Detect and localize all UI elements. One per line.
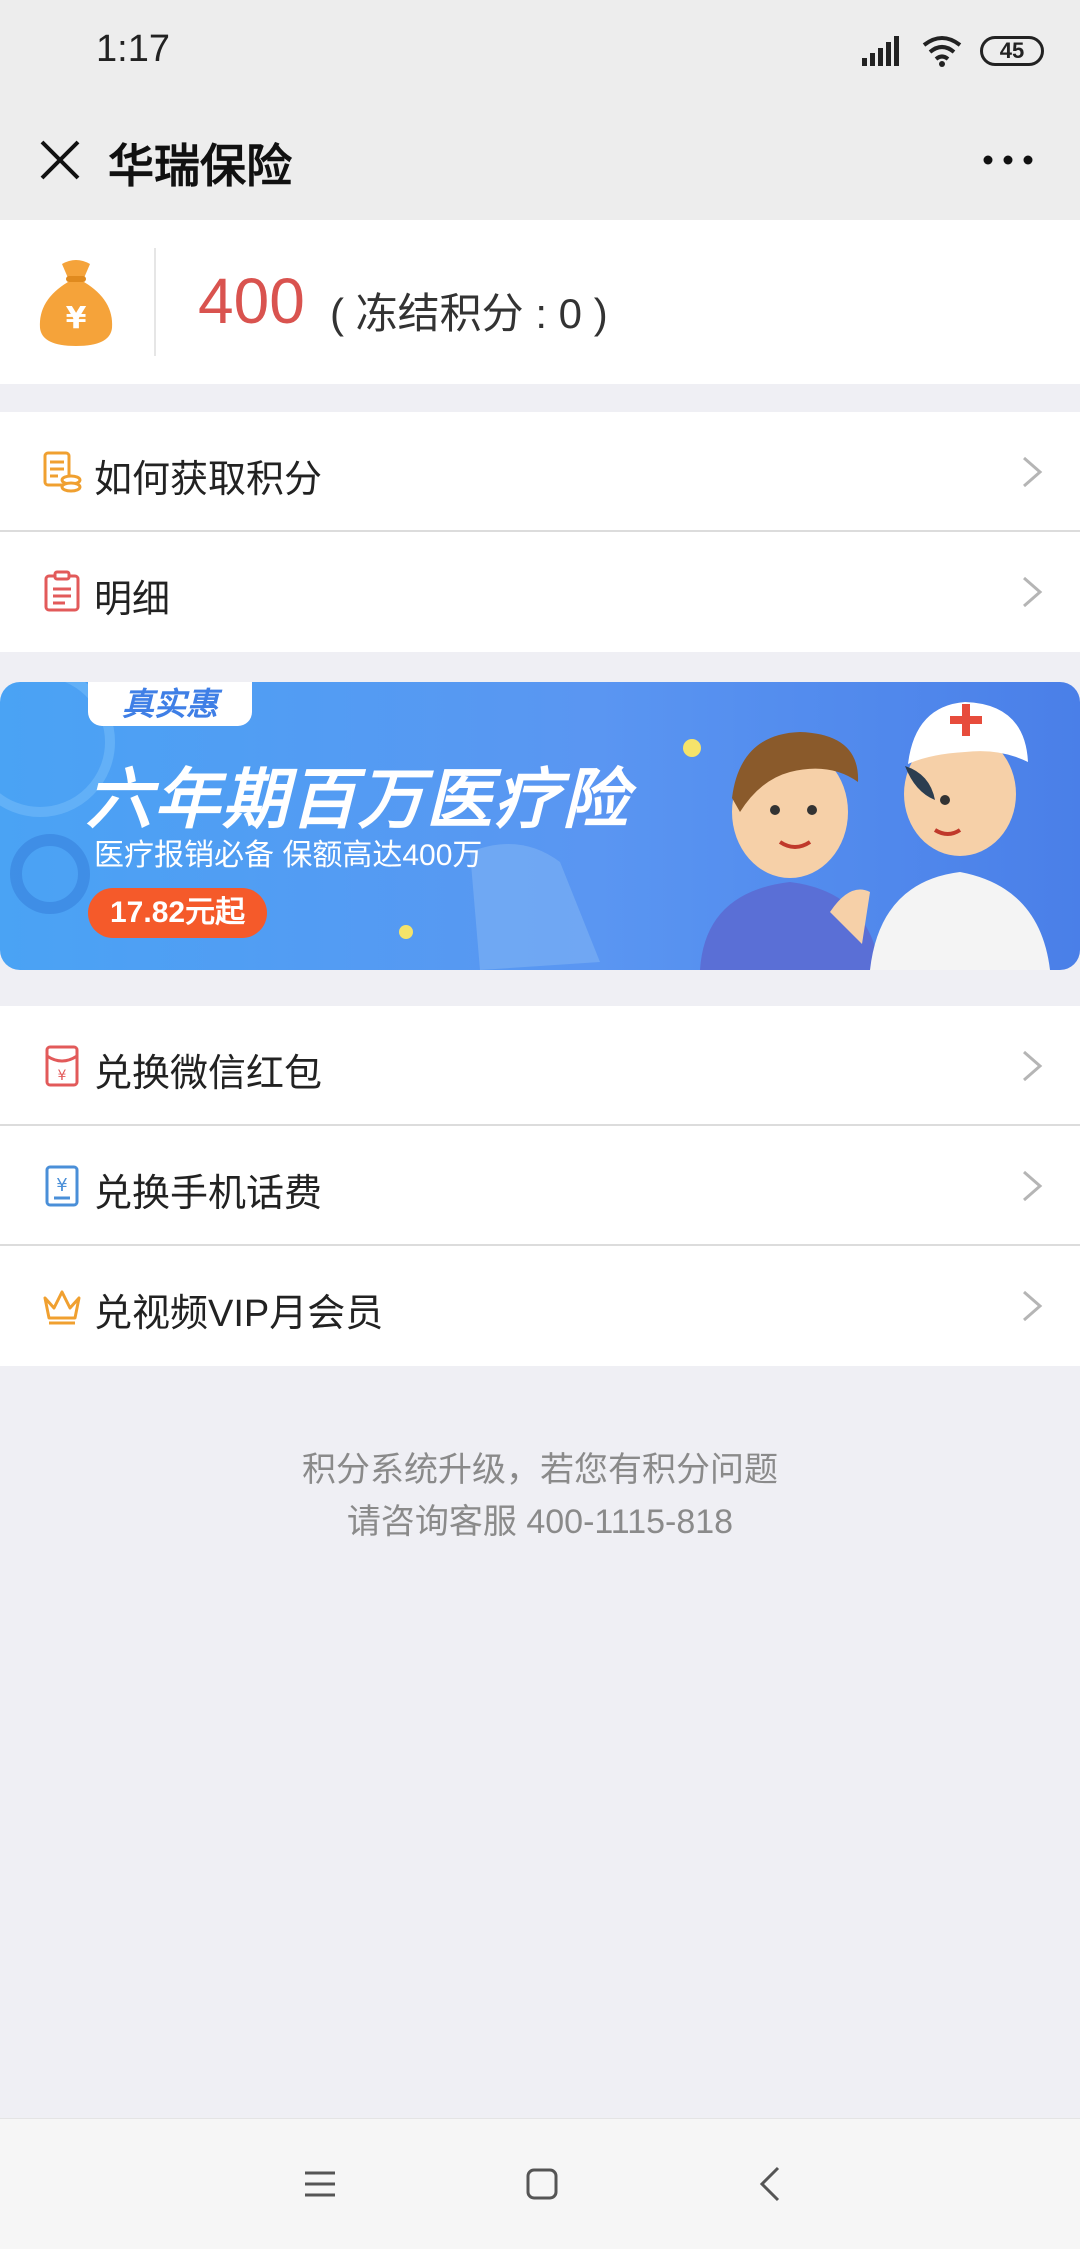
svg-text:¥: ¥	[56, 1175, 67, 1196]
svg-text:¥: ¥	[58, 1068, 67, 1084]
back-icon	[759, 2166, 780, 2202]
points-value: 400	[198, 265, 305, 337]
svg-text:¥: ¥	[66, 301, 87, 336]
points-card: ¥ 400 ( 冻结积分 : 0 )	[0, 220, 1080, 384]
menu-item-details[interactable]: 明细	[0, 532, 1080, 652]
signal-icon	[862, 36, 899, 66]
menu-item-label: 兑换手机话费	[94, 1173, 323, 1215]
system-nav-bar	[0, 2118, 1080, 2249]
chevron-right-icon	[1023, 1170, 1043, 1202]
menu-item-label: 兑换微信红包	[94, 1053, 323, 1095]
battery-indicator: 45	[980, 36, 1044, 66]
wifi-icon	[922, 36, 962, 67]
status-bar: 1:17 45	[0, 0, 1080, 100]
support-note-line1: 积分系统升级，若您有积分问题	[302, 1451, 778, 1489]
home-nav-button[interactable]	[512, 2159, 572, 2209]
more-options-button[interactable]	[960, 124, 1056, 196]
menu-nav-button[interactable]	[290, 2159, 350, 2209]
red-envelope-icon: ¥	[45, 1045, 79, 1087]
banner-title: 六年期百万医疗险	[86, 762, 630, 836]
chevron-right-icon	[1023, 456, 1043, 488]
money-bag-icon: ¥	[39, 260, 113, 346]
menu-item-label: 明细	[94, 579, 171, 621]
menu-item-phone-bill[interactable]: ¥ 兑换手机话费	[0, 1126, 1080, 1246]
exchange-menu: ¥ 兑换微信红包 ¥ 兑换手机话费 兑视频VIP月会员	[0, 1006, 1080, 1366]
support-note-line2: 请咨询客服 400-1115-818	[346, 1503, 734, 1541]
phone-bill-icon: ¥	[45, 1165, 79, 1207]
crown-icon	[43, 1290, 81, 1325]
divider	[154, 248, 156, 356]
coins-icon	[43, 451, 82, 493]
banner-tag: 真实惠	[88, 682, 252, 726]
close-button[interactable]	[24, 124, 96, 196]
promo-banner[interactable]: 真实惠 六年期百万医疗险 医疗报销必备 保额高达400万 17.82元起	[0, 682, 1080, 970]
chevron-right-icon	[1023, 1050, 1043, 1082]
banner-price-badge: 17.82元起	[88, 888, 268, 938]
points-menu: 如何获取积分 明细	[0, 412, 1080, 652]
title-bar: 华瑞保险	[0, 100, 1080, 220]
status-icons: 45	[862, 30, 1044, 72]
close-icon	[40, 140, 80, 180]
frozen-points: ( 冻结积分 : 0 )	[330, 290, 608, 337]
more-icon	[983, 155, 1033, 165]
menu-item-video-vip[interactable]: 兑视频VIP月会员	[0, 1246, 1080, 1366]
back-nav-button[interactable]	[740, 2159, 800, 2209]
clipboard-icon	[44, 570, 80, 612]
home-square-icon	[526, 2168, 558, 2200]
status-time: 1:17	[96, 28, 170, 70]
menu-icon	[305, 2171, 335, 2197]
page-title: 华瑞保险	[108, 140, 292, 192]
menu-item-label: 兑视频VIP月会员	[94, 1293, 384, 1335]
banner-subtitle: 医疗报销必备 保额高达400万	[94, 839, 483, 872]
chevron-right-icon	[1023, 1290, 1043, 1322]
menu-item-wechat-red-packet[interactable]: ¥ 兑换微信红包	[0, 1006, 1080, 1126]
menu-item-label: 如何获取积分	[94, 459, 323, 501]
menu-item-how-to-earn[interactable]: 如何获取积分	[0, 412, 1080, 532]
chevron-right-icon	[1023, 576, 1043, 608]
support-note: 积分系统升级，若您有积分问题 请咨询客服 400-1115-818	[0, 1444, 1080, 1548]
